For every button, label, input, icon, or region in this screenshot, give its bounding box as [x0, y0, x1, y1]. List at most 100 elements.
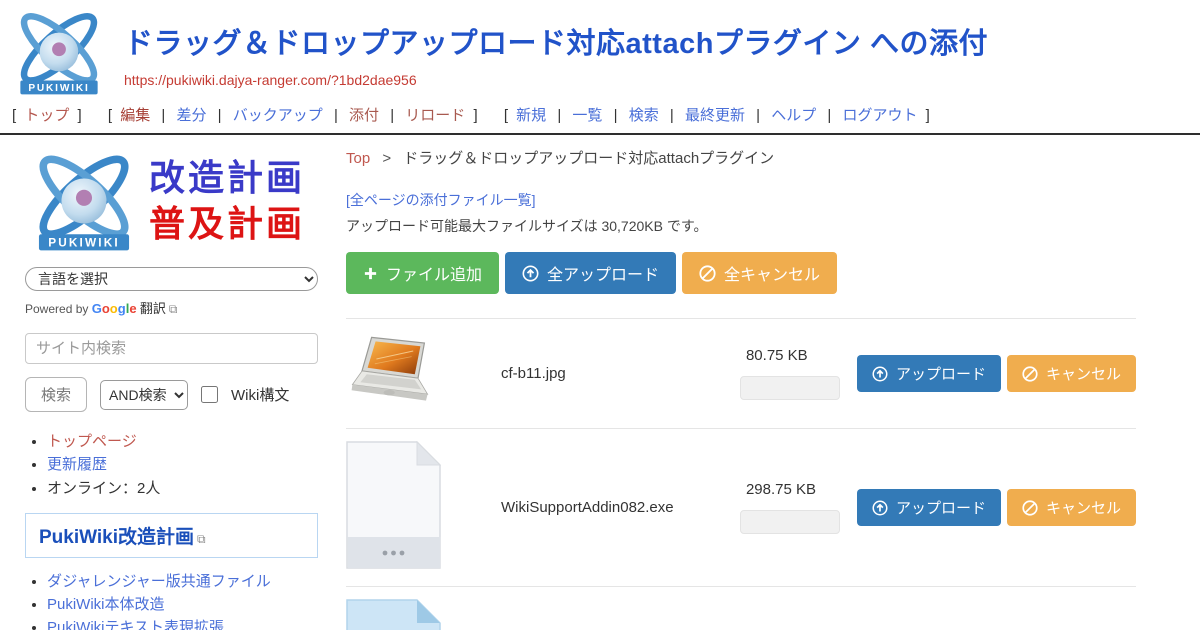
table-row: </> contents.html 60.78 KB アップロード	[346, 587, 1136, 630]
sidebar-section-heading: PukiWiki改造計画⧉	[25, 513, 318, 558]
sidebar-item-top-page[interactable]: トップページ	[47, 433, 137, 450]
file-name: cf-b11.jpg	[501, 365, 740, 382]
list-item: オンライン：2人	[47, 479, 318, 499]
search-controls: 検索 AND検索 Wiki構文	[25, 377, 318, 412]
upload-button[interactable]: アップロード	[857, 489, 1001, 526]
pending-files-table: cf-b11.jpg 80.75 KB アップロード キャンセル	[346, 318, 1136, 630]
nav-item-edit[interactable]: 編集	[120, 107, 150, 124]
sidebar-item-text-ext[interactable]: PukiWikiテキスト表現拡張	[47, 619, 224, 630]
row-actions: アップロード キャンセル	[857, 355, 1136, 392]
file-thumbnail-cell	[346, 441, 501, 574]
cancel-all-button[interactable]: 全キャンセル	[682, 252, 837, 294]
nav-item-backup[interactable]: バックアップ	[233, 107, 323, 124]
nav-item-recent[interactable]: 最終更新	[685, 107, 745, 124]
pukiwiki-brand-text: PUKIWIKI	[28, 83, 89, 94]
upload-label: アップロード	[896, 497, 986, 518]
page-title: ドラッグ＆ドロップアップロード対応attachプラグイン への添付	[124, 20, 988, 62]
main-content: Top > ドラッグ＆ドロップアップロード対応attachプラグイン [全ページ…	[330, 135, 1200, 630]
upload-button[interactable]: アップロード	[857, 355, 1001, 392]
wiki-syntax-label: Wiki構文	[231, 384, 289, 405]
upload-circle-icon	[872, 500, 888, 516]
cancel-button[interactable]: キャンセル	[1007, 355, 1136, 392]
cancel-circle-icon	[699, 265, 716, 282]
all-attachments-link[interactable]: [全ページの添付ファイル一覧]	[346, 190, 536, 210]
upload-toolbar: ファイル追加 全アップロード 全キャンセル	[346, 252, 1136, 294]
file-size: 298.75 KB	[746, 481, 845, 498]
nav-item-help[interactable]: ヘルプ	[771, 107, 816, 124]
upload-all-label: 全アップロード	[547, 261, 659, 285]
external-link-icon: ⧉	[197, 532, 206, 546]
nav-bracket: [	[108, 107, 112, 124]
nav-item-search[interactable]: 検索	[629, 107, 659, 124]
wiki-syntax-checkbox[interactable]	[201, 386, 218, 403]
nav-separator: |	[557, 107, 561, 124]
breadcrumb: Top > ドラッグ＆ドロップアップロード対応attachプラグイン	[346, 147, 1136, 168]
table-row: WikiSupportAddin082.exe 298.75 KB アップロード…	[346, 429, 1136, 587]
pukiwiki-kaizo-link[interactable]: PukiWiki改造計画	[39, 527, 194, 548]
nav-bracket: ]	[926, 107, 930, 124]
add-file-button[interactable]: ファイル追加	[346, 252, 499, 294]
powered-by-label: Powered by	[25, 302, 88, 316]
nav-item-logout[interactable]: ログアウト	[842, 107, 917, 124]
sidebar-logo-line-fukyu: 普及計画	[149, 204, 305, 244]
file-meta-cell: 80.75 KB	[740, 347, 845, 400]
nav-separator: |	[218, 107, 222, 124]
add-file-label: ファイル追加	[386, 261, 482, 285]
sidebar-logo[interactable]: PUKIWIKI 改造計画 普及計画	[25, 145, 318, 257]
header: PUKIWIKI ドラッグ＆ドロップアップロード対応attachプラグイン への…	[0, 0, 1200, 98]
nav-item-attach[interactable]: 添付	[349, 107, 379, 124]
breadcrumb-current: ドラッグ＆ドロップアップロード対応attachプラグイン	[403, 150, 774, 167]
sidebar-plugin-links: ダジャレンジャー版共通ファイル PukiWiki本体改造 PukiWikiテキス…	[47, 572, 318, 630]
list-item: PukiWiki本体改造	[47, 595, 318, 615]
sidebar-item-core-mod[interactable]: PukiWiki本体改造	[47, 596, 165, 613]
pukiwiki-atom-logo[interactable]: PUKIWIKI	[8, 6, 110, 98]
site-search-input[interactable]	[25, 333, 318, 364]
sidebar-item-update-history[interactable]: 更新履歴	[47, 456, 107, 473]
nav-separator: |	[670, 107, 674, 124]
file-name: WikiSupportAddin082.exe	[501, 499, 740, 516]
translate-link[interactable]: 翻訳	[140, 301, 166, 316]
sidebar-quick-links: トップページ 更新履歴 オンライン：2人	[47, 432, 318, 499]
cancel-button[interactable]: キャンセル	[1007, 489, 1136, 526]
sidebar-logo-line-kaizo: 改造計画	[149, 158, 305, 198]
breadcrumb-separator: >	[382, 150, 391, 167]
breadcrumb-home-link[interactable]: Top	[346, 150, 370, 167]
nav-item-new[interactable]: 新規	[516, 107, 546, 124]
sidebar-item-common-files[interactable]: ダジャレンジャー版共通ファイル	[47, 573, 271, 590]
upload-circle-icon	[872, 366, 888, 382]
search-button[interactable]: 検索	[25, 377, 87, 412]
nav-group-top: [ トップ ]	[8, 107, 90, 124]
upload-progress-bar	[740, 376, 840, 400]
nav-item-list[interactable]: 一覧	[572, 107, 602, 124]
list-item: 更新履歴	[47, 455, 318, 475]
sidebar-logo-text: 改造計画 普及計画	[143, 158, 305, 243]
page-url-link[interactable]: https://pukiwiki.dajya-ranger.com/?1bd2d…	[124, 72, 417, 88]
upload-label: アップロード	[896, 363, 986, 384]
nav-separator: |	[614, 107, 618, 124]
nav-item-top[interactable]: トップ	[24, 107, 69, 124]
nav-separator: |	[756, 107, 760, 124]
nav-group-site: [ 新規 | 一覧 | 検索 | 最終更新 | ヘルプ | ログアウト ]	[500, 107, 934, 124]
header-text: ドラッグ＆ドロップアップロード対応attachプラグイン への添付 https:…	[110, 6, 988, 90]
upload-progress-bar	[740, 510, 840, 534]
nav-item-reload[interactable]: リロード	[405, 107, 465, 124]
generic-file-icon	[346, 441, 441, 569]
nav-group-page: [ 編集 | 差分 | バックアップ | 添付 | リロード ]	[104, 107, 486, 124]
pukiwiki-attach-page: PUKIWIKI ドラッグ＆ドロップアップロード対応attachプラグイン への…	[0, 0, 1200, 630]
list-item: PukiWikiテキスト表現拡張	[47, 618, 318, 630]
cancel-label: キャンセル	[1046, 497, 1121, 518]
upload-all-button[interactable]: 全アップロード	[505, 252, 676, 294]
nav-separator: |	[334, 107, 338, 124]
plus-icon	[363, 266, 378, 281]
max-upload-size-note: アップロード可能最大ファイルサイズは 30,720KB です。	[346, 216, 1136, 236]
nav-bracket: ]	[473, 107, 477, 124]
nav-item-diff[interactable]: 差分	[176, 107, 206, 124]
row-actions: アップロード キャンセル	[857, 489, 1136, 526]
list-item: ダジャレンジャー版共通ファイル	[47, 572, 318, 592]
sidebar: PUKIWIKI 改造計画 普及計画 言語を選択 Powered by Goog…	[0, 135, 330, 630]
search-mode-select[interactable]: AND検索	[100, 380, 188, 410]
language-select[interactable]: 言語を選択	[25, 267, 318, 291]
sidebar-atom-icon: PUKIWIKI	[25, 145, 143, 257]
google-translate-credit: Powered by Google 翻訳⧉	[25, 298, 318, 317]
nav-separator: |	[827, 107, 831, 124]
